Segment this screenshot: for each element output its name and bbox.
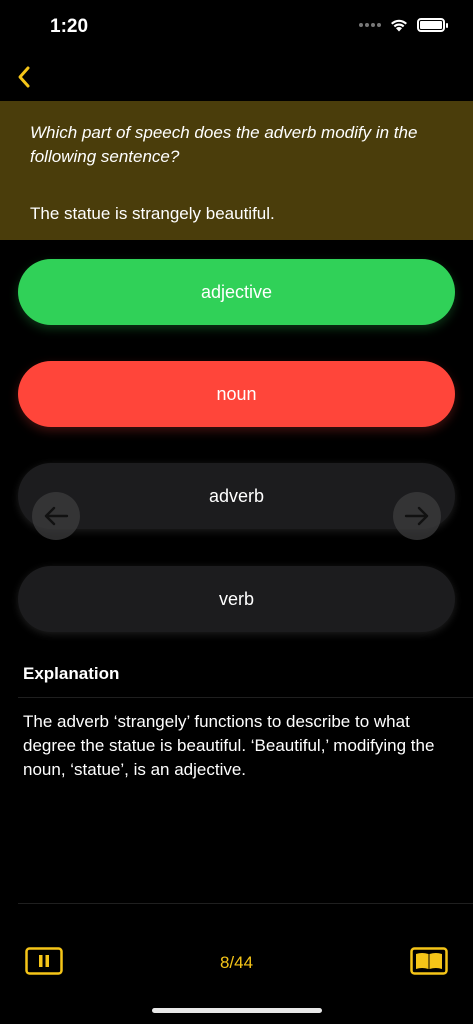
home-indicator[interactable] (152, 1008, 322, 1013)
status-icons (359, 17, 448, 32)
wifi-icon (391, 19, 407, 32)
answer-option-adjective[interactable]: adjective (18, 259, 455, 325)
chevron-left-icon (18, 66, 30, 88)
divider (18, 903, 473, 904)
book-icon (410, 947, 448, 975)
answer-option-noun[interactable]: noun (18, 361, 455, 427)
progress-counter: 8/44 (219, 953, 254, 972)
question-prompt: Which part of speech does the adverb mod… (30, 123, 418, 166)
signal-icon (359, 22, 381, 27)
arrow-right-icon (404, 506, 429, 526)
answer-option-verb[interactable]: verb (18, 566, 455, 632)
question-panel: Which part of speech does the adverb mod… (0, 101, 473, 240)
battery-icon (417, 17, 448, 32)
answer-option-adverb[interactable]: adverb (18, 463, 455, 529)
explanation-body: The adverb ‘strangely’ functions to desc… (23, 712, 435, 779)
next-question-button[interactable] (393, 492, 441, 540)
arrow-left-icon (44, 506, 69, 526)
book-button[interactable] (410, 946, 448, 976)
status-bar: 1:20 (0, 0, 473, 54)
question-sentence: The statue is strangely beautiful. (30, 204, 275, 223)
status-time: 1:20 (50, 16, 89, 37)
divider (18, 697, 473, 698)
back-button[interactable] (10, 60, 38, 94)
previous-question-button[interactable] (32, 492, 80, 540)
explanation-title: Explanation (23, 664, 120, 683)
